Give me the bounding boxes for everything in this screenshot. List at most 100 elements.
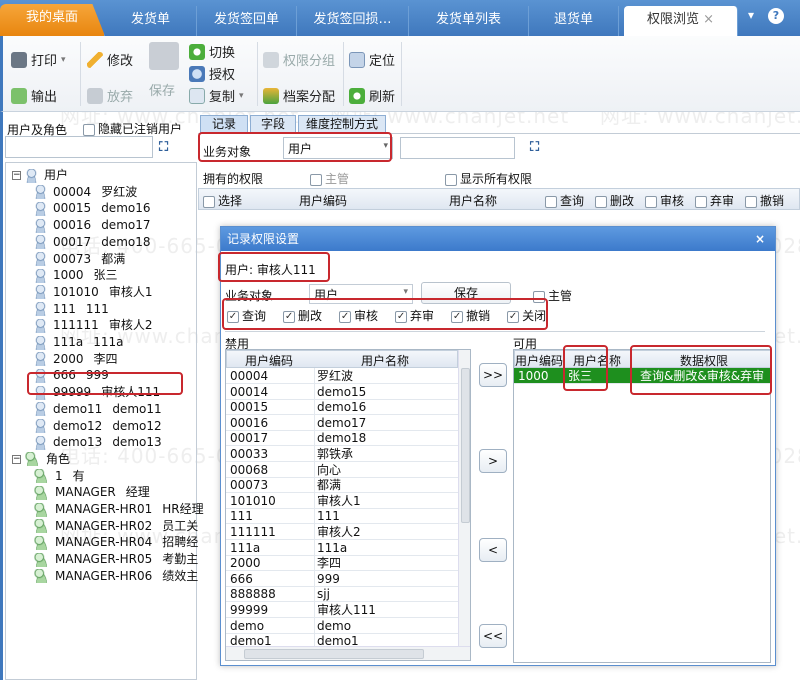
col-edit[interactable]: 删改 <box>595 192 634 209</box>
tree-item[interactable]: demo11 demo11 <box>34 401 162 418</box>
table-row[interactable]: 666 999 <box>226 570 458 587</box>
col-revoke[interactable]: 撤销 <box>745 192 784 209</box>
tree-item[interactable]: 2000 李四 <box>34 351 118 368</box>
tree-item[interactable]: 111111 审核人2 <box>34 317 152 334</box>
tree-item[interactable]: demo13 demo13 <box>34 434 162 451</box>
check-icon[interactable]: ✓ <box>451 310 464 323</box>
tree-item[interactable]: 00073 都满 <box>34 251 125 268</box>
col-unaudit[interactable]: 弃审 <box>695 192 734 209</box>
table-row[interactable]: 888888 sjj <box>226 586 458 603</box>
table-row[interactable]: 00033 郭铁承 <box>226 446 458 462</box>
hide-cancelled-checkbox[interactable]: 隐藏已注销用户 <box>83 120 182 137</box>
tree-item[interactable]: 111 111 <box>34 301 109 318</box>
dialog-biz-select[interactable]: 用户 ▾ <box>309 284 413 304</box>
check-icon[interactable]: ✓ <box>339 310 352 323</box>
table-row[interactable]: 99999 审核人111 <box>226 602 458 618</box>
edit-button[interactable]: 修改 <box>87 50 133 69</box>
move-left-button[interactable]: < <box>479 538 507 562</box>
tab-return[interactable]: 退货单 <box>529 6 619 36</box>
tab-permission-browse[interactable]: 权限浏览 × <box>624 6 738 36</box>
dialog-supervisor-checkbox[interactable]: 主管 <box>533 287 572 304</box>
save-button[interactable]: 保存 <box>421 282 511 304</box>
tree-item[interactable]: demo12 demo12 <box>34 418 162 435</box>
export-button[interactable]: 输出 <box>11 86 57 105</box>
table-row[interactable]: 111 111 <box>226 508 458 525</box>
supervisor-checkbox[interactable]: 主管 <box>310 170 349 187</box>
check-icon[interactable]: ✓ <box>395 310 408 323</box>
user-search-input[interactable] <box>5 136 153 158</box>
permission-group-button[interactable]: 权限分组 <box>263 50 335 69</box>
show-all-checkbox[interactable]: 显示所有权限 <box>445 170 532 187</box>
col-user-name[interactable]: 用户名称 <box>573 352 621 369</box>
main-search-input[interactable] <box>400 137 515 159</box>
checkbox[interactable] <box>83 123 95 136</box>
tree-item[interactable]: MANAGER-HR02 员工关 <box>34 518 198 535</box>
table-row[interactable]: 111111 审核人2 <box>226 524 458 540</box>
close-icon[interactable]: × <box>755 227 765 251</box>
table-row[interactable]: 00073 都满 <box>226 477 458 494</box>
check-icon[interactable]: ✓ <box>283 310 296 323</box>
binoculars-icon[interactable]: ⛶ <box>530 140 539 155</box>
tree-item[interactable]: 00016 demo17 <box>34 217 151 234</box>
archive-assign-button[interactable]: 档案分配 <box>263 86 335 105</box>
tree-item[interactable]: MANAGER-HR01 HR经理 <box>34 501 204 518</box>
col-select[interactable]: 选择 <box>203 192 242 209</box>
checkbox[interactable] <box>533 290 545 303</box>
binoculars-icon[interactable]: ⛶ <box>159 140 168 155</box>
chevron-down-icon[interactable]: ▾ <box>61 55 66 65</box>
permission-checkbox[interactable]: ✓ 查询 <box>227 307 266 324</box>
vertical-scrollbar[interactable] <box>458 350 470 646</box>
col-user-name[interactable]: 用户名称 <box>361 352 409 369</box>
subtab-record[interactable]: 记录 <box>200 115 248 133</box>
refresh-button[interactable]: 刷新 <box>349 86 395 105</box>
tree-group[interactable]: − 用户 <box>12 167 68 184</box>
horizontal-scrollbar[interactable] <box>226 646 470 660</box>
col-user-code[interactable]: 用户编码 <box>299 192 347 209</box>
table-row[interactable]: 00015 demo16 <box>226 399 458 416</box>
table-row[interactable]: 00017 demo18 <box>226 430 458 447</box>
permission-checkbox[interactable]: ✓ 撤销 <box>451 307 490 324</box>
collapse-icon[interactable]: − <box>12 454 21 464</box>
help-icon[interactable]: ? <box>768 8 784 24</box>
chevron-down-icon[interactable]: ▾ <box>239 91 244 101</box>
table-row[interactable]: 00016 demo17 <box>226 414 458 431</box>
col-user-code[interactable]: 用户编码 <box>515 352 563 369</box>
permission-checkbox[interactable]: ✓ 弃审 <box>395 307 434 324</box>
tab-menu-icon[interactable]: ▾ <box>748 8 754 22</box>
checkbox[interactable] <box>310 173 322 186</box>
tab-delivery-list[interactable]: 发货单列表 <box>409 6 529 36</box>
table-row[interactable]: 00014 demo15 <box>226 383 458 400</box>
tree-item[interactable]: 00004 罗红波 <box>34 184 137 201</box>
biz-object-select[interactable]: 用户 ▾ <box>283 137 393 159</box>
table-row[interactable]: 2000 李四 <box>226 555 458 572</box>
switch-button[interactable]: 切换 <box>189 42 235 61</box>
close-icon[interactable]: × <box>703 12 714 27</box>
tree-item[interactable]: 00017 demo18 <box>34 234 151 251</box>
col-user-code[interactable]: 用户编码 <box>245 352 293 369</box>
tree-item[interactable]: 101010 审核人1 <box>34 284 152 301</box>
checkbox[interactable] <box>445 173 457 186</box>
tree-item[interactable]: 1000 张三 <box>34 267 118 284</box>
table-row[interactable]: 00068 向心 <box>226 461 458 478</box>
scroll-thumb[interactable] <box>461 368 470 523</box>
tree-item[interactable]: 666 999 <box>34 367 109 384</box>
permission-checkbox[interactable]: ✓ 审核 <box>339 307 378 324</box>
col-audit[interactable]: 审核 <box>645 192 684 209</box>
table-row[interactable]: 00004 罗红波 <box>226 368 458 384</box>
table-row[interactable]: 101010 审核人1 <box>226 492 458 509</box>
subtab-field[interactable]: 字段 <box>250 115 296 133</box>
move-all-left-button[interactable]: << <box>479 624 507 648</box>
locate-button[interactable]: 定位 <box>349 50 395 69</box>
table-row-selected[interactable]: 1000 张三 查询&删改&审核&弃审 <box>514 368 770 384</box>
tab-delivery-signback-loss[interactable]: 发货签回损… <box>297 6 409 36</box>
tab-delivery[interactable]: 发货单 <box>105 6 197 36</box>
permission-checkbox[interactable]: ✓ 关闭 <box>507 307 546 324</box>
tree-item[interactable]: MANAGER-HR06 绩效主 <box>34 568 198 585</box>
authorize-button[interactable]: 授权 <box>189 64 235 83</box>
tab-delivery-signback[interactable]: 发货签回单 <box>197 6 297 36</box>
scroll-thumb[interactable] <box>244 649 424 659</box>
move-all-right-button[interactable]: >> <box>479 363 507 387</box>
tree-item[interactable]: 1有 <box>34 468 85 485</box>
tab-my-desktop[interactable]: 我的桌面 <box>0 4 105 36</box>
table-row[interactable]: demo demo <box>226 617 458 634</box>
